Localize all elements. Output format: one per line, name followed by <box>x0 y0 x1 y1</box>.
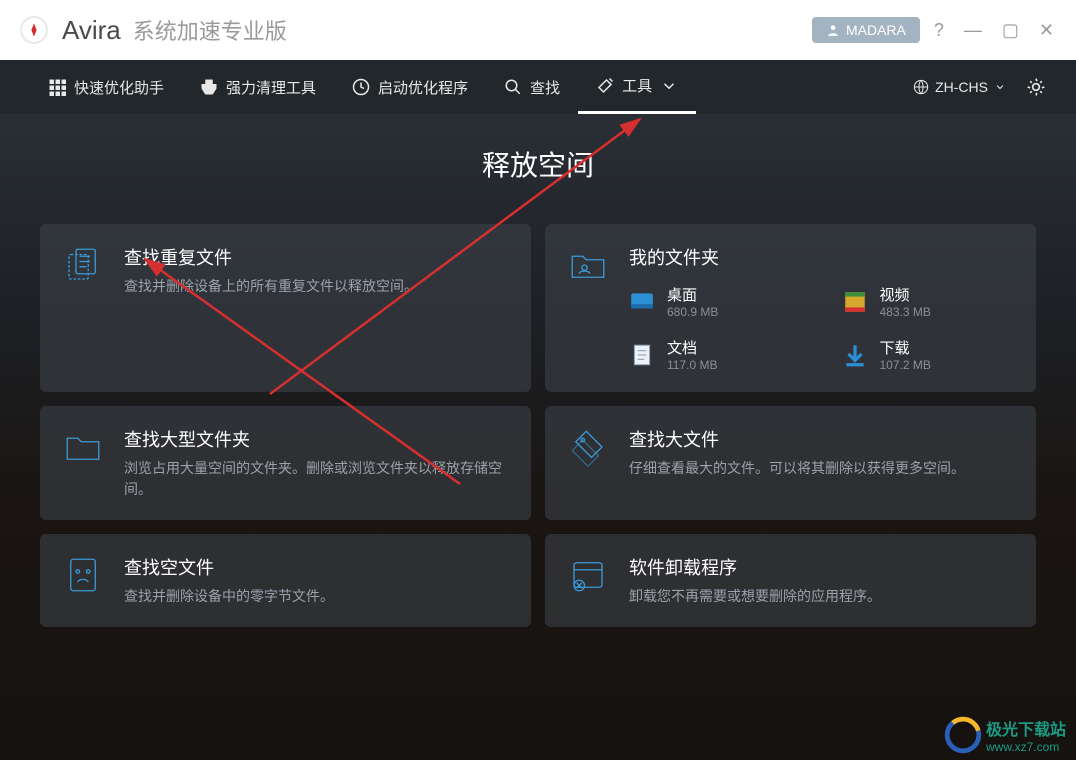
close-button[interactable]: ✕ <box>1033 16 1060 45</box>
clock-icon <box>352 78 370 96</box>
card-title: 查找重复文件 <box>124 244 509 270</box>
stat-label: 视频 <box>880 284 931 305</box>
card-desc: 查找并删除设备中的零字节文件。 <box>124 586 509 607</box>
card-large-folders[interactable]: 查找大型文件夹 浏览占用大量空间的文件夹。删除或浏览文件夹以释放存储空间。 <box>40 406 531 520</box>
maximize-button[interactable]: ▢ <box>996 16 1025 45</box>
card-body: 软件卸载程序 卸载您不再需要或想要删除的应用程序。 <box>629 554 1014 607</box>
app-subtitle: 系统加速专业版 <box>133 14 287 46</box>
globe-icon <box>913 79 929 95</box>
card-body: 我的文件夹 桌面680.9 MB 视频483.3 MB 文档117.0 MB <box>629 244 1014 372</box>
stat-download[interactable]: 下载107.2 MB <box>842 337 1015 372</box>
card-body: 查找重复文件 查找并删除设备上的所有重复文件以释放空间。 <box>124 244 509 297</box>
gear-icon[interactable] <box>1026 77 1046 97</box>
user-icon <box>826 23 840 37</box>
card-empty-files[interactable]: 查找空文件 查找并删除设备中的零字节文件。 <box>40 534 531 627</box>
download-icon <box>842 342 868 368</box>
nav-label: 强力清理工具 <box>226 77 316 98</box>
help-button[interactable]: ? <box>928 16 950 45</box>
card-title: 查找空文件 <box>124 554 509 580</box>
language-select[interactable]: ZH-CHS <box>913 79 1006 95</box>
nav-bar: 快速优化助手 强力清理工具 启动优化程序 查找 工具 ZH-CHS <box>0 60 1076 114</box>
language-label: ZH-CHS <box>935 79 988 95</box>
chevron-down-icon <box>994 81 1006 93</box>
window-remove-icon <box>567 554 609 596</box>
stat-size: 680.9 MB <box>667 305 718 319</box>
nav-label: 工具 <box>622 75 652 96</box>
card-large-files[interactable]: 查找大文件 仔细查看最大的文件。可以将其删除以获得更多空间。 <box>545 406 1036 520</box>
main-content: 释放空间 查找重复文件 查找并删除设备上的所有重复文件以释放空间。 我的文件夹 <box>0 114 1076 760</box>
stat-doc[interactable]: 文档117.0 MB <box>629 337 802 372</box>
nav-label: 启动优化程序 <box>378 77 468 98</box>
watermark-name: 极光下载站 <box>986 716 1066 740</box>
brand-name: Avira <box>62 15 121 46</box>
brush-icon <box>200 78 218 96</box>
card-title: 软件卸载程序 <box>629 554 1014 580</box>
duplicate-icon <box>62 244 104 286</box>
card-duplicate-files[interactable]: 查找重复文件 查找并删除设备上的所有重复文件以释放空间。 <box>40 224 531 392</box>
stat-size: 107.2 MB <box>880 358 931 372</box>
card-body: 查找大型文件夹 浏览占用大量空间的文件夹。删除或浏览文件夹以释放存储空间。 <box>124 426 509 500</box>
stat-label: 桌面 <box>667 284 718 305</box>
user-button[interactable]: MADARA <box>812 17 920 43</box>
document-icon <box>629 342 655 368</box>
tag-icon <box>567 426 609 468</box>
avira-logo-icon <box>20 16 48 44</box>
video-icon <box>842 289 868 315</box>
folder-user-icon <box>567 244 609 286</box>
card-title: 查找大型文件夹 <box>124 426 509 452</box>
chevron-down-icon <box>660 77 678 95</box>
stat-desktop[interactable]: 桌面680.9 MB <box>629 284 802 319</box>
nav-label: 快速优化助手 <box>74 77 164 98</box>
nav-tools[interactable]: 工具 <box>578 60 696 114</box>
stat-label: 下载 <box>880 337 931 358</box>
user-label: MADARA <box>846 22 906 38</box>
nav-power-clean[interactable]: 强力清理工具 <box>182 60 334 114</box>
nav-label: 查找 <box>530 77 560 98</box>
search-icon <box>504 78 522 96</box>
stat-size: 483.3 MB <box>880 305 931 319</box>
watermark-url: www.xz7.com <box>986 740 1066 754</box>
tools-icon <box>596 77 614 95</box>
title-bar-controls: MADARA ? — ▢ ✕ <box>812 16 1060 45</box>
card-body: 查找空文件 查找并删除设备中的零字节文件。 <box>124 554 509 607</box>
watermark-logo-icon <box>944 716 982 754</box>
title-bar: Avira 系统加速专业版 MADARA ? — ▢ ✕ <box>0 0 1076 60</box>
card-desc: 卸载您不再需要或想要删除的应用程序。 <box>629 586 1014 607</box>
card-title: 我的文件夹 <box>629 244 1014 270</box>
folder-icon <box>62 426 104 468</box>
empty-file-icon <box>62 554 104 596</box>
card-desc: 查找并删除设备上的所有重复文件以释放空间。 <box>124 276 509 297</box>
card-body: 查找大文件 仔细查看最大的文件。可以将其删除以获得更多空间。 <box>629 426 1014 479</box>
desktop-icon <box>629 289 655 315</box>
nav-right: ZH-CHS <box>913 77 1046 97</box>
nav-boot-optimize[interactable]: 启动优化程序 <box>334 60 486 114</box>
cards-grid: 查找重复文件 查找并删除设备上的所有重复文件以释放空间。 我的文件夹 桌面680… <box>40 224 1036 627</box>
nav-quick-optimize[interactable]: 快速优化助手 <box>30 60 182 114</box>
card-title: 查找大文件 <box>629 426 1014 452</box>
folder-stats: 桌面680.9 MB 视频483.3 MB 文档117.0 MB 下载107.2… <box>629 284 1014 372</box>
stat-size: 117.0 MB <box>667 358 717 372</box>
page-title: 释放空间 <box>40 144 1036 184</box>
card-my-folders[interactable]: 我的文件夹 桌面680.9 MB 视频483.3 MB 文档117.0 MB <box>545 224 1036 392</box>
watermark: 极光下载站 www.xz7.com <box>944 716 1066 754</box>
minimize-button[interactable]: — <box>958 16 988 45</box>
card-uninstaller[interactable]: 软件卸载程序 卸载您不再需要或想要删除的应用程序。 <box>545 534 1036 627</box>
nav-search[interactable]: 查找 <box>486 60 578 114</box>
stat-label: 文档 <box>667 337 717 358</box>
card-desc: 浏览占用大量空间的文件夹。删除或浏览文件夹以释放存储空间。 <box>124 458 509 500</box>
card-desc: 仔细查看最大的文件。可以将其删除以获得更多空间。 <box>629 458 1014 479</box>
grid-icon <box>48 78 66 96</box>
stat-video[interactable]: 视频483.3 MB <box>842 284 1015 319</box>
